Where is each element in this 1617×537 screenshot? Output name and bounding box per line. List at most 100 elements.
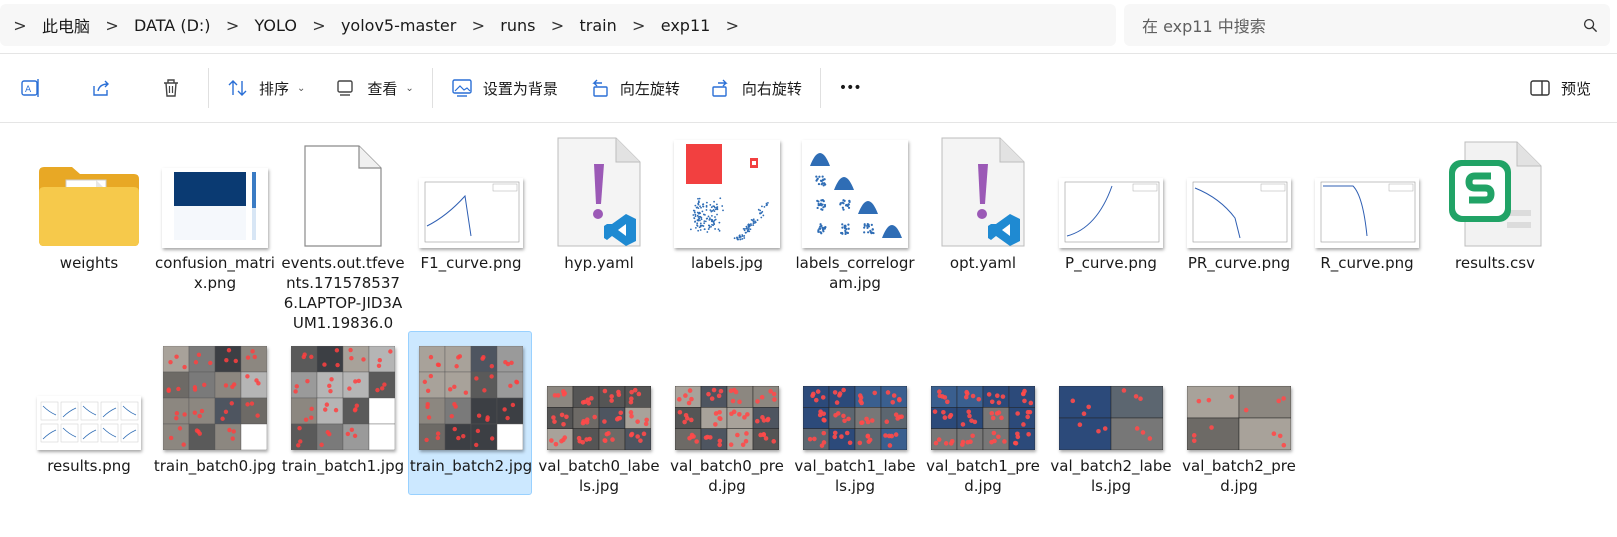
thumbnail-area bbox=[281, 132, 405, 248]
file-name: F1_curve.png bbox=[420, 254, 522, 272]
share-button[interactable] bbox=[78, 68, 124, 108]
thumbnail-area bbox=[1049, 336, 1173, 450]
file-item[interactable]: train_batch0.jpg bbox=[152, 331, 276, 495]
file-item[interactable]: events.out.tfevents.1715785376.LAPTOP-JI… bbox=[280, 127, 405, 332]
breadcrumb-item[interactable]: yolov5-master bbox=[333, 16, 464, 35]
sort-button[interactable]: 排序 ⌄ bbox=[215, 68, 317, 108]
thumbnail-area bbox=[537, 132, 661, 248]
file-item[interactable]: results.png bbox=[26, 331, 150, 495]
view-label: 查看 bbox=[367, 79, 398, 98]
image-thumbnail bbox=[37, 396, 141, 450]
file-name: val_batch1_labels.jpg bbox=[794, 457, 916, 495]
chevron-right-icon[interactable]: > bbox=[305, 16, 333, 35]
image-thumbnail bbox=[291, 346, 395, 450]
file-item[interactable]: P_curve.png bbox=[1048, 127, 1172, 295]
chevron-right-icon[interactable]: > bbox=[464, 16, 492, 35]
image-thumbnail bbox=[1059, 386, 1163, 450]
image-thumbnail bbox=[803, 386, 907, 450]
svg-text:A: A bbox=[25, 85, 32, 95]
file-name: train_batch0.jpg bbox=[153, 457, 277, 475]
file-item[interactable]: val_batch2_labels.jpg bbox=[1048, 331, 1172, 495]
chevron-right-icon[interactable]: > bbox=[98, 16, 126, 35]
file-item[interactable]: labels_correlogram.jpg bbox=[792, 127, 916, 295]
chevron-right-icon[interactable]: > bbox=[6, 16, 34, 35]
thumbnail-area bbox=[537, 336, 661, 450]
rotate-left-icon bbox=[592, 79, 608, 97]
file-name: R_curve.png bbox=[1320, 254, 1414, 272]
chevron-right-icon[interactable]: > bbox=[718, 16, 746, 35]
file-name: val_batch2_pred.jpg bbox=[1182, 457, 1296, 495]
command-bar: A 排序 ⌄ 查看 ⌄ 设置为背景 向左旋转 向右旋转 ••• 预览 bbox=[0, 54, 1617, 122]
chevron-right-icon[interactable]: > bbox=[544, 16, 572, 35]
thumbnail-area bbox=[27, 132, 151, 248]
file-item[interactable]: confusion_matrix.png bbox=[152, 127, 276, 295]
toolbar-separator bbox=[431, 68, 433, 108]
delete-icon bbox=[164, 79, 178, 97]
thumbnail-area bbox=[921, 336, 1045, 450]
breadcrumb-item[interactable]: train bbox=[572, 16, 625, 35]
thumbnail-area bbox=[1305, 132, 1429, 248]
breadcrumb-item[interactable]: runs bbox=[492, 16, 543, 35]
file-item[interactable]: opt.yaml bbox=[920, 127, 1044, 295]
file-item[interactable]: PR_curve.png bbox=[1176, 127, 1300, 295]
file-item[interactable]: train_batch1.jpg bbox=[280, 331, 404, 495]
file-item[interactable]: R_curve.png bbox=[1304, 127, 1428, 295]
file-grid: weights confusion_matrix.png events.out.tf… bbox=[0, 123, 1617, 537]
file-item[interactable]: val_batch0_pred.jpg bbox=[664, 331, 788, 495]
file-name: results.png bbox=[47, 457, 131, 475]
image-thumbnail bbox=[1187, 178, 1291, 248]
file-name: events.out.tfevents.1715785376.LAPTOP-JI… bbox=[281, 254, 405, 332]
chevron-right-icon[interactable]: > bbox=[625, 16, 653, 35]
breadcrumb-item[interactable]: 此电脑 bbox=[34, 13, 98, 37]
file-item[interactable]: F1_curve.png bbox=[408, 127, 532, 295]
file-name: val_batch2_labels.jpg bbox=[1050, 457, 1172, 495]
toolbar-separator bbox=[819, 68, 821, 108]
search-box[interactable]: 在 exp11 中搜索 bbox=[1124, 4, 1610, 46]
file-item[interactable]: results.csv bbox=[1432, 127, 1556, 295]
file-item[interactable]: val_batch1_labels.jpg bbox=[792, 331, 916, 495]
file-item-selected[interactable]: train_batch2.jpg bbox=[408, 331, 532, 495]
thumbnail-area bbox=[665, 336, 789, 450]
file-name: val_batch0_pred.jpg bbox=[670, 457, 784, 495]
file-item[interactable]: weights bbox=[26, 127, 150, 295]
delete-button[interactable] bbox=[148, 68, 194, 108]
preview-pane-button[interactable]: 预览 bbox=[1517, 68, 1603, 108]
image-thumbnail bbox=[162, 168, 268, 248]
breadcrumb-item-current[interactable]: exp11 bbox=[653, 16, 719, 35]
thumbnail-area bbox=[27, 336, 151, 450]
chevron-right-icon[interactable]: > bbox=[219, 16, 247, 35]
search-icon[interactable] bbox=[1570, 18, 1610, 33]
rotate-left-button[interactable]: 向左旋转 bbox=[576, 68, 692, 108]
file-name: P_curve.png bbox=[1065, 254, 1157, 272]
thumbnail-area bbox=[1433, 132, 1557, 248]
file-item[interactable]: val_batch0_labels.jpg bbox=[536, 331, 660, 495]
thumbnail-area bbox=[1177, 132, 1301, 248]
view-button[interactable]: 查看 ⌄ bbox=[323, 68, 425, 108]
image-thumbnail bbox=[419, 178, 523, 248]
file-item[interactable]: val_batch2_pred.jpg bbox=[1176, 331, 1300, 495]
file-name: labels.jpg bbox=[690, 254, 764, 272]
image-thumbnail bbox=[1315, 178, 1419, 248]
image-thumbnail bbox=[931, 386, 1035, 450]
search-input[interactable]: 在 exp11 中搜索 bbox=[1142, 13, 1570, 37]
rotate-right-button[interactable]: 向右旋转 bbox=[698, 68, 814, 108]
breadcrumb-item[interactable]: DATA (D:) bbox=[126, 16, 219, 35]
breadcrumb-item[interactable]: YOLO bbox=[247, 16, 305, 35]
image-thumbnail bbox=[163, 346, 267, 450]
set-background-button[interactable]: 设置为背景 bbox=[439, 68, 570, 108]
file-item[interactable]: labels.jpg bbox=[664, 127, 788, 295]
rename-button[interactable]: A bbox=[8, 68, 54, 108]
file-item[interactable]: val_batch1_pred.jpg bbox=[920, 331, 1044, 495]
image-thumbnail bbox=[1059, 178, 1163, 248]
chevron-down-icon: ⌄ bbox=[297, 82, 306, 94]
file-name: val_batch0_labels.jpg bbox=[538, 457, 660, 495]
more-options-button[interactable]: ••• bbox=[827, 68, 873, 108]
set-background-label: 设置为背景 bbox=[482, 79, 558, 98]
file-item[interactable]: hyp.yaml bbox=[536, 127, 660, 295]
image-thumbnail bbox=[675, 386, 779, 450]
file-name: results.csv bbox=[1455, 254, 1535, 272]
sort-icon bbox=[228, 80, 247, 96]
file-name: val_batch1_pred.jpg bbox=[926, 457, 1040, 495]
file-name: PR_curve.png bbox=[1187, 254, 1291, 272]
breadcrumb[interactable]: > 此电脑 > DATA (D:) > YOLO > yolov5-master… bbox=[0, 4, 1116, 46]
